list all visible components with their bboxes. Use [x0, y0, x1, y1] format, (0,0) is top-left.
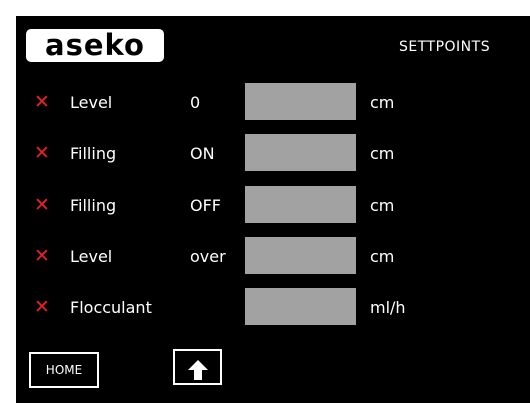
setpoint-input-level-0[interactable] [245, 83, 356, 120]
setpoint-row-filling-on: ✕ Filling ON cm [16, 134, 530, 174]
setpoint-unit: cm [370, 93, 395, 112]
setpoint-unit: cm [370, 144, 395, 163]
setpoint-label: Flocculant [70, 298, 152, 317]
close-icon[interactable]: ✕ [34, 297, 50, 317]
setpoint-row-level-0: ✕ Level 0 cm [16, 83, 530, 123]
home-button[interactable]: HOME [29, 352, 99, 388]
arrow-up-icon [187, 359, 208, 380]
controller-screen: aseko SETTPOINTS ✕ Level 0 cm ✕ Filling … [16, 16, 530, 403]
setpoint-input-filling-on[interactable] [245, 134, 356, 171]
setpoint-unit: cm [370, 196, 395, 215]
setpoint-row-filling-off: ✕ Filling OFF cm [16, 186, 530, 226]
setpoint-unit: cm [370, 247, 395, 266]
page-title: SETTPOINTS [399, 39, 491, 55]
up-button[interactable] [173, 349, 222, 385]
setpoint-row-flocculant: ✕ Flocculant ml/h [16, 288, 530, 328]
setpoint-qualifier: 0 [190, 93, 201, 112]
setpoint-label: Level [70, 247, 113, 266]
setpoint-label: Filling [70, 196, 117, 215]
aseko-logo: aseko [26, 29, 164, 62]
setpoint-unit: ml/h [370, 298, 406, 317]
setpoint-label: Level [70, 93, 113, 112]
setpoint-input-level-over[interactable] [245, 237, 356, 274]
setpoint-row-level-over: ✕ Level over cm [16, 237, 530, 277]
close-icon[interactable]: ✕ [34, 92, 50, 112]
setpoint-qualifier: ON [190, 144, 215, 163]
setpoint-qualifier: over [190, 247, 226, 266]
close-icon[interactable]: ✕ [34, 195, 50, 215]
setpoint-input-flocculant[interactable] [245, 288, 356, 325]
close-icon[interactable]: ✕ [34, 246, 50, 266]
setpoint-label: Filling [70, 144, 117, 163]
setpoint-input-filling-off[interactable] [245, 186, 356, 223]
close-icon[interactable]: ✕ [34, 143, 50, 163]
setpoint-qualifier: OFF [190, 196, 221, 215]
